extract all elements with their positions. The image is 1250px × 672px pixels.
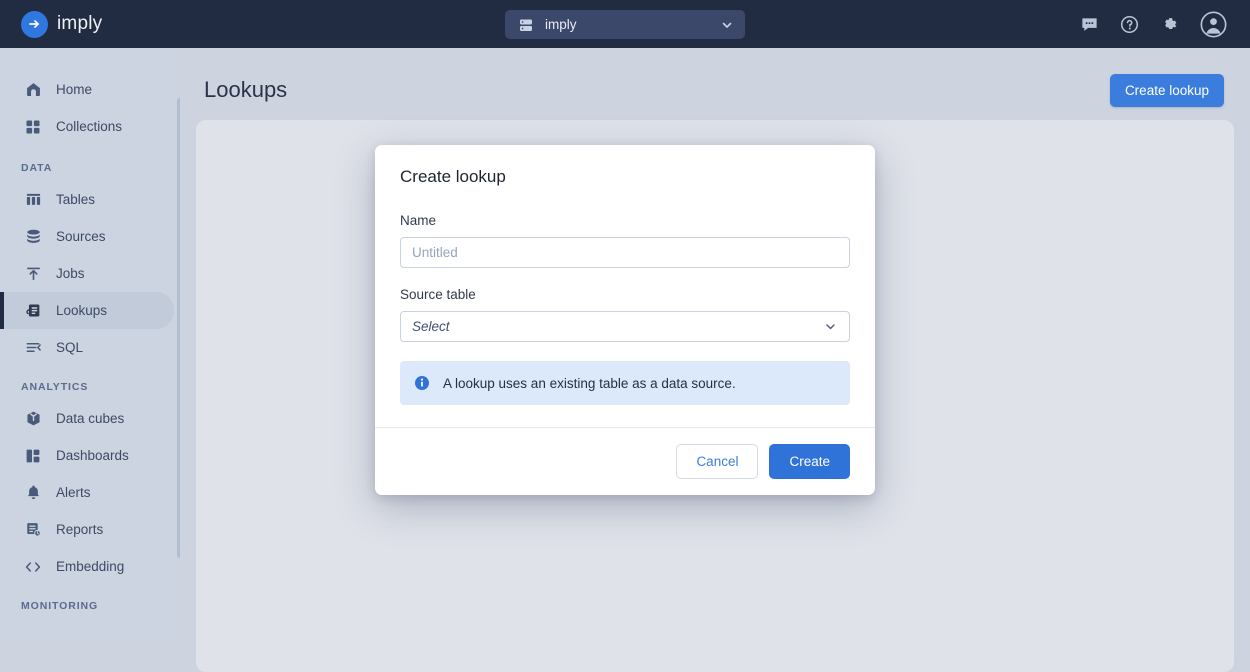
sidebar-item-tables[interactable]: Tables bbox=[0, 181, 174, 218]
sidebar-item-dashboards[interactable]: Dashboards bbox=[0, 437, 174, 474]
sidebar-item-label: Lookups bbox=[56, 303, 108, 318]
sidebar-item-embedding[interactable]: Embedding bbox=[0, 548, 174, 585]
brand-logo[interactable]: imply bbox=[0, 0, 180, 48]
lookups-icon bbox=[24, 302, 42, 319]
sidebar-item-lookups[interactable]: Lookups bbox=[0, 292, 174, 329]
feedback-icon[interactable] bbox=[1080, 15, 1099, 34]
sidebar-item-label: Alerts bbox=[56, 485, 91, 500]
home-icon bbox=[24, 81, 42, 98]
info-banner: A lookup uses an existing table as a dat… bbox=[400, 361, 850, 405]
modal-title: Create lookup bbox=[400, 167, 506, 186]
name-field-group: Name bbox=[400, 213, 850, 268]
sidebar-item-label: Home bbox=[56, 82, 93, 97]
sidebar-item-alerts[interactable]: Alerts bbox=[0, 474, 174, 511]
bell-icon bbox=[24, 484, 42, 501]
report-icon bbox=[24, 521, 42, 538]
create-lookup-modal: Create lookup Name Source table Select bbox=[375, 145, 875, 495]
sidebar-group-monitoring: MONITORING bbox=[21, 600, 99, 612]
source-table-select[interactable]: Select bbox=[400, 311, 850, 342]
sidebar-item-home[interactable]: Home bbox=[0, 71, 174, 108]
sidebar-item-label: Sources bbox=[56, 229, 106, 244]
brand-name: imply bbox=[57, 13, 103, 34]
sidebar-item-label: SQL bbox=[56, 340, 84, 355]
arrow-right-circle-icon bbox=[21, 10, 48, 38]
gear-icon[interactable] bbox=[1160, 15, 1179, 34]
sidebar-item-label: Embedding bbox=[56, 559, 125, 574]
sql-icon bbox=[24, 339, 42, 356]
sidebar-group-analytics: ANALYTICS bbox=[21, 381, 89, 393]
chevron-down-icon bbox=[823, 319, 838, 334]
cube-icon bbox=[24, 410, 42, 427]
source-table-field-group: Source table Select bbox=[400, 287, 850, 342]
upload-icon bbox=[24, 265, 42, 282]
cluster-name: imply bbox=[545, 17, 577, 32]
sidebar: Home Collections DATA Tables Sources Job… bbox=[0, 48, 180, 640]
info-banner-text: A lookup uses an existing table as a dat… bbox=[443, 375, 736, 391]
sidebar-group-data: DATA bbox=[21, 162, 53, 174]
sidebar-scroll-area: Home Collections DATA Tables Sources Job… bbox=[0, 48, 180, 619]
sidebar-item-label: Jobs bbox=[56, 266, 85, 281]
collections-icon bbox=[24, 119, 42, 135]
database-icon bbox=[24, 228, 42, 245]
table-icon bbox=[24, 191, 42, 208]
help-icon[interactable] bbox=[1120, 15, 1139, 34]
dashboard-icon bbox=[24, 448, 42, 464]
sidebar-item-reports[interactable]: Reports bbox=[0, 511, 174, 548]
page-title: Lookups bbox=[204, 77, 288, 102]
name-input[interactable] bbox=[400, 237, 850, 268]
sidebar-item-sources[interactable]: Sources bbox=[0, 218, 174, 255]
chevron-down-icon bbox=[720, 18, 734, 32]
info-icon bbox=[414, 375, 430, 391]
sidebar-item-jobs[interactable]: Jobs bbox=[0, 255, 174, 292]
name-field-label: Name bbox=[400, 213, 437, 228]
sidebar-item-collections[interactable]: Collections bbox=[0, 108, 174, 145]
topbar-actions bbox=[1080, 0, 1250, 48]
source-table-field-label: Source table bbox=[400, 287, 476, 302]
sidebar-item-label: Tables bbox=[56, 192, 96, 207]
account-avatar-icon[interactable] bbox=[1200, 11, 1227, 38]
top-bar: imply imply bbox=[0, 0, 1250, 48]
create-button[interactable]: Create bbox=[769, 444, 850, 479]
sidebar-item-sql[interactable]: SQL bbox=[0, 329, 174, 366]
sidebar-item-label: Collections bbox=[56, 119, 123, 134]
sidebar-item-label: Data cubes bbox=[56, 411, 125, 426]
cluster-selector[interactable]: imply bbox=[505, 10, 745, 39]
source-table-selected-value: Select bbox=[412, 319, 450, 334]
server-icon bbox=[518, 17, 534, 33]
modal-body: Create lookup Name Source table Select bbox=[375, 145, 875, 405]
cancel-button[interactable]: Cancel bbox=[676, 444, 759, 479]
sidebar-item-label: Dashboards bbox=[56, 448, 129, 463]
modal-footer: Cancel Create bbox=[375, 427, 875, 495]
page-header: Lookups Create lookup bbox=[204, 66, 1224, 114]
sidebar-item-data-cubes[interactable]: Data cubes bbox=[0, 400, 174, 437]
code-icon bbox=[24, 558, 42, 576]
create-lookup-button[interactable]: Create lookup bbox=[1109, 73, 1224, 107]
sidebar-item-label: Reports bbox=[56, 522, 104, 537]
